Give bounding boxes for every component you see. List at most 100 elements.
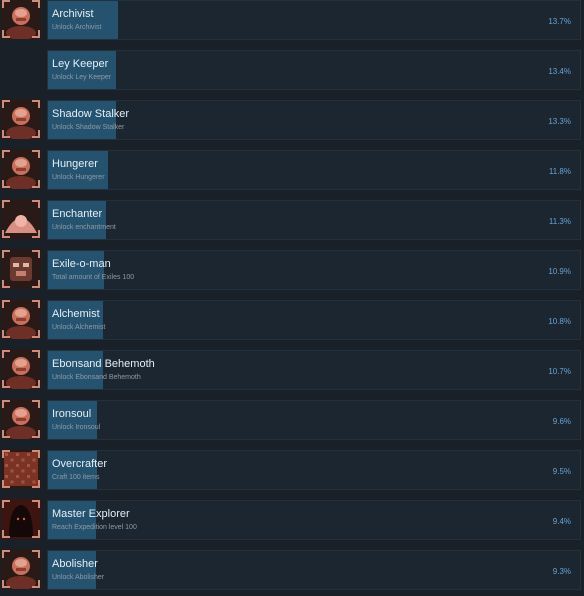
overcrafter-texture-icon [1,449,41,489]
icon-frame-corner [32,580,40,588]
achievement-description: Craft 100 items [52,474,100,481]
icon-frame-corner [32,180,40,188]
unlock-percentage: 9.4% [552,517,571,526]
achievement-row[interactable]: Shadow Stalker Unlock Shadow Stalker 13.3% [0,96,584,146]
icon-frame-corner [2,380,10,388]
unlock-rate-bar [48,51,116,89]
achievement-title: Ebonsand Behemoth [52,358,155,370]
achievement-panel: Alchemist Unlock Alchemist 10.8% [47,300,581,340]
unlock-percentage: 10.8% [548,317,571,326]
unlock-rate-bar [48,1,118,39]
unlock-percentage: 13.4% [548,67,571,76]
icon-frame-corner [32,280,40,288]
exile-mask-icon [1,249,41,289]
achievement-description: Unlock Abolisher [52,574,105,581]
abolisher-portrait-icon [1,549,41,589]
achievement-row[interactable]: Ebonsand Behemoth Unlock Ebonsand Behemot… [0,346,584,396]
achievement-row[interactable]: Master Explorer Reach Expedition level 10… [0,496,584,546]
icon-frame-corner [2,500,10,508]
icon-frame-corner [2,130,10,138]
achievement-panel: Shadow Stalker Unlock Shadow Stalker 13.3% [47,100,581,140]
achievement-panel: Exile-o-man Total amount of Exiles 100 10.… [47,250,581,290]
icon-frame-corner [2,0,10,8]
icon-frame-corner [32,500,40,508]
icon-frame-corner [2,150,10,158]
achievement-title: Enchanter [52,208,103,220]
unlock-percentage: 9.6% [552,417,571,426]
achievement-row[interactable]: Abolisher Unlock Abolisher 9.3% [0,546,584,596]
enchanter-dust-icon [1,199,41,239]
achievement-panel: Ebonsand Behemoth Unlock Ebonsand Behemot… [47,350,581,390]
hungerer-portrait-icon [1,149,41,189]
achievement-description: Unlock Ironsoul [52,424,101,431]
achievement-panel: Overcrafter Craft 100 items 9.5% [47,450,581,490]
icon-frame-corner [32,300,40,308]
icon-frame-corner [32,230,40,238]
unlock-percentage: 9.3% [552,567,571,576]
achievement-title: Archivist [52,8,94,20]
icon-frame-corner [2,30,10,38]
unlock-percentage: 10.7% [548,367,571,376]
icon-frame-corner [32,430,40,438]
behemoth-portrait-icon [1,349,41,389]
icon-frame-corner [2,200,10,208]
icon-frame-corner [2,480,10,488]
ironsoul-portrait-icon [1,399,41,439]
icon-frame-corner [32,400,40,408]
icon-frame-corner [2,180,10,188]
achievement-row[interactable]: Ley Keeper Unlock Ley Keeper 13.4% [0,46,584,96]
unlock-rate-bar [48,551,96,589]
icon-frame-corner [2,330,10,338]
icon-frame-corner [32,550,40,558]
icon-frame-corner [2,530,10,538]
icon-frame-corner [32,530,40,538]
achievement-row[interactable]: Ironsoul Unlock Ironsoul 9.6% [0,396,584,446]
icon-frame-corner [2,100,10,108]
achievement-title: Hungerer [52,158,98,170]
alchemist-portrait-icon [1,299,41,339]
achievement-title: Alchemist [52,308,100,320]
icon-frame-corner [2,250,10,258]
achievement-description: Unlock Ley Keeper [52,74,112,81]
unlock-percentage: 9.5% [552,467,571,476]
achievement-row[interactable]: Alchemist Unlock Alchemist 10.8% [0,296,584,346]
achievement-description: Unlock Hungerer [52,174,105,181]
icon-frame-corner [2,580,10,588]
unlock-percentage: 11.8% [548,167,571,176]
unlock-rate-bar [48,101,116,139]
icon-frame-corner [32,380,40,388]
achievement-description: Unlock Archivist [52,24,102,31]
icon-frame-corner [32,100,40,108]
shadow-stalker-portrait-icon [1,99,41,139]
achievement-title: Ley Keeper [52,58,109,70]
achievement-description: Reach Expedition level 100 [52,524,137,531]
achievement-description: Unlock Alchemist [52,324,106,331]
achievement-row[interactable]: Overcrafter Craft 100 items 9.5% [0,446,584,496]
achievement-title: Overcrafter [52,458,108,470]
icon-frame-corner [32,0,40,8]
unlock-percentage: 13.3% [548,117,571,126]
achievement-row[interactable]: Enchanter Unlock enchantment 11.3% [0,196,584,246]
unlock-rate-bar [48,351,103,389]
icon-frame-corner [32,150,40,158]
achievement-panel: Abolisher Unlock Abolisher 9.3% [47,550,581,590]
achievement-description: Total amount of Exiles 100 [52,274,135,281]
icon-frame-corner [2,430,10,438]
achievement-description: Unlock enchantment [52,224,116,231]
unlock-rate-bar [48,251,104,289]
achievement-row[interactable]: Exile-o-man Total amount of Exiles 100 10.… [0,246,584,296]
icon-frame-corner [2,350,10,358]
achievement-title: Shadow Stalker [52,108,130,120]
icon-frame-corner [2,450,10,458]
icon-frame-corner [2,300,10,308]
unlock-rate-bar [48,501,96,539]
hooded-explorer-icon [1,499,41,539]
achievement-row[interactable]: Hungerer Unlock Hungerer 11.8% [0,146,584,196]
unlock-rate-bar [48,201,106,239]
achievement-row[interactable]: Archivist Unlock Archivist 13.7% [0,0,584,46]
unlock-percentage: 11.3% [548,217,571,226]
icon-frame-corner [2,550,10,558]
achievement-panel: Ironsoul Unlock Ironsoul 9.6% [47,400,581,440]
unlock-percentage: 10.9% [548,267,571,276]
icon-frame-corner [32,350,40,358]
